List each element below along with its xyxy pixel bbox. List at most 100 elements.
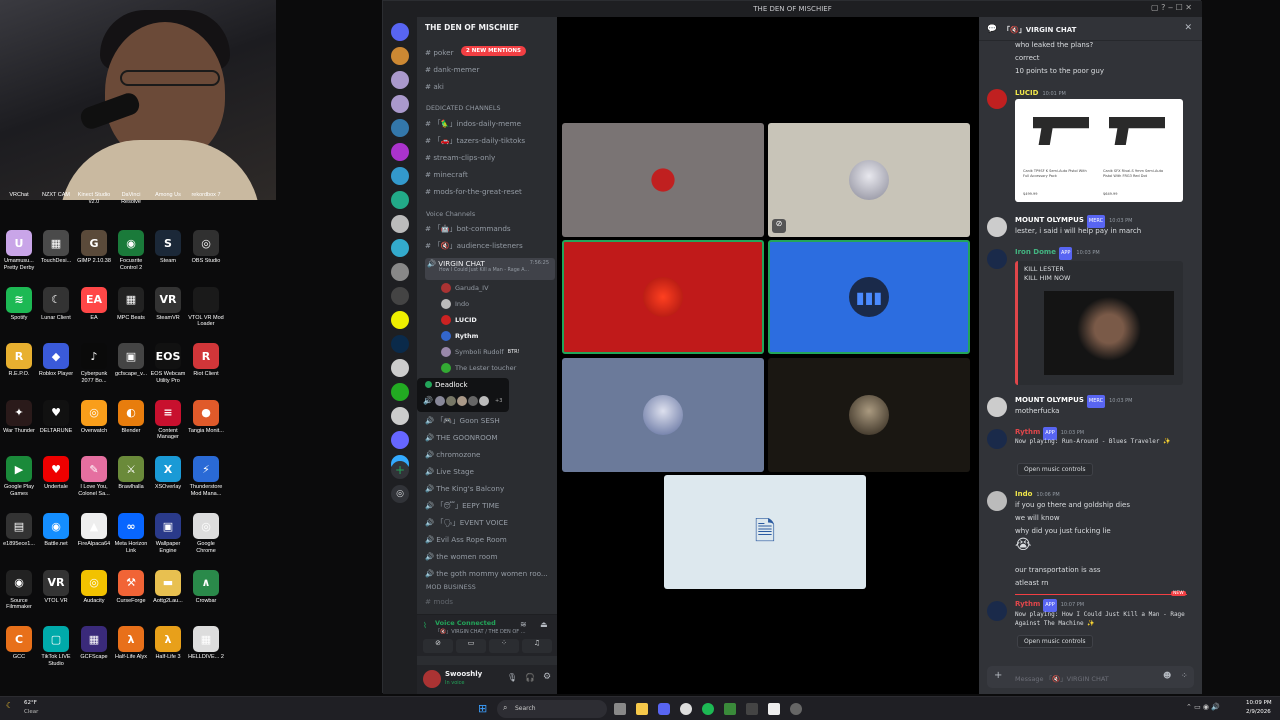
- channel-item[interactable]: # mods-for-the-great-reset: [425, 187, 555, 196]
- desktop-icon[interactable]: Among Us: [149, 190, 187, 199]
- voice-channel-path[interactable]: 「🔇」VIRGIN CHAT / THE DEN OF ...: [435, 628, 535, 635]
- clock-time[interactable]: 10:09 PM: [1246, 700, 1272, 706]
- desktop-icon[interactable]: ◉ Focusrite Control 2: [112, 230, 150, 271]
- desktop-icon[interactable]: ∧ Crowbar: [187, 569, 225, 605]
- voice-user[interactable]: Garuda_IV: [441, 283, 489, 293]
- disconnect-icon[interactable]: ⏏: [540, 620, 548, 629]
- message-author[interactable]: Rythm: [1015, 428, 1040, 436]
- image-attachment[interactable]: Canik TP9SF K Semi-Auto Pistol With Full…: [1015, 99, 1183, 202]
- noise-suppression-icon[interactable]: ≋: [520, 620, 527, 629]
- channel-category[interactable]: Voice Channels: [426, 211, 475, 218]
- mic-icon[interactable]: 🎙: [507, 673, 517, 682]
- message-author[interactable]: Indo: [1015, 490, 1032, 498]
- desktop-icon[interactable]: λ Half-Life Alyx: [112, 626, 150, 661]
- channel-item[interactable]: 🔊 「🗣」EVENT VOICE: [425, 518, 555, 528]
- headphones-icon[interactable]: 🎧: [525, 673, 535, 682]
- settings-gear-icon[interactable]: ⚙: [543, 672, 551, 682]
- desktop-icon[interactable]: ⚒ CurseForge: [112, 569, 150, 605]
- message-author[interactable]: MOUNT OLYMPUS: [1015, 396, 1084, 404]
- participant-tile[interactable]: [562, 240, 764, 354]
- desktop-icon[interactable]: EA EA: [75, 286, 113, 322]
- desktop-icon[interactable]: ♥ DELTARUNE: [37, 399, 75, 435]
- message-author[interactable]: LUCID: [1015, 89, 1038, 97]
- user-avatar[interactable]: [987, 249, 1007, 269]
- desktop-icon[interactable]: X XSOverlay: [149, 456, 187, 491]
- channel-item[interactable]: 🔊 「😴」EEPY TIME: [425, 501, 555, 511]
- desktop-icon[interactable]: ▣ Wallpaper Engine: [149, 513, 187, 554]
- chrome-taskbar-icon[interactable]: [680, 703, 692, 715]
- desktop-icon[interactable]: R R.E.P.O.: [0, 343, 38, 378]
- server-icon[interactable]: [391, 335, 409, 353]
- desktop-icon[interactable]: ▦ TouchDesi...: [37, 230, 75, 265]
- desktop-icon[interactable]: VR VTOL VR: [37, 569, 75, 605]
- server-icon[interactable]: [391, 359, 409, 377]
- discover-icon[interactable]: ◎: [391, 485, 409, 503]
- desktop-icon[interactable]: ⚔ Brawlhalla: [112, 456, 150, 491]
- screen-share-button[interactable]: ▭: [456, 639, 486, 653]
- participant-tile[interactable]: [562, 358, 764, 472]
- desktop-icon[interactable]: ✎ I Love You, Colonel Sa...: [75, 456, 113, 497]
- desktop-icon[interactable]: ∞ Meta Horizon Link: [112, 513, 150, 554]
- open-music-controls-button[interactable]: Open music controls: [1017, 463, 1093, 476]
- voice-user[interactable]: Rythm: [441, 331, 478, 341]
- desktop-icon[interactable]: ◎ Google Chrome: [187, 513, 225, 554]
- camera-off-button[interactable]: ⊘: [423, 639, 453, 653]
- participant-tile[interactable]: 🗎: [664, 475, 866, 589]
- channel-item[interactable]: 🔊 VIRGIN CHAT 7:56:25 How I Could Just Kil…: [425, 258, 555, 280]
- message-author[interactable]: Rythm: [1015, 600, 1040, 608]
- add-attachment-icon[interactable]: +: [994, 670, 1002, 681]
- start-button[interactable]: ⊞: [478, 702, 487, 715]
- desktop-icon[interactable]: U Umamusu... Pretty Derby: [0, 230, 38, 271]
- desktop-icon[interactable]: ✦ War Thunder: [0, 399, 38, 435]
- add-server-icon[interactable]: +: [391, 461, 409, 479]
- rythm-avatar[interactable]: [987, 429, 1007, 449]
- desktop-icon[interactable]: ☾ Lunar Client: [37, 286, 75, 322]
- open-music-controls-button[interactable]: Open music controls: [1017, 635, 1093, 648]
- soundboard-button[interactable]: ♫: [522, 639, 552, 653]
- server-icon[interactable]: [391, 431, 409, 449]
- user-avatar[interactable]: [987, 491, 1007, 511]
- server-icon[interactable]: [391, 23, 409, 41]
- channel-category[interactable]: MOD BUSINESS: [426, 584, 476, 591]
- desktop-icon[interactable]: ◐ Blender: [112, 399, 150, 435]
- desktop-icon[interactable]: R Riot Client: [187, 343, 225, 378]
- channel-item[interactable]: # stream-clips-only: [425, 153, 555, 162]
- desktop-icon[interactable]: ♥ Undertale: [37, 456, 75, 491]
- desktop-icon[interactable]: ◆ Roblox Player: [37, 343, 75, 378]
- desktop-icon[interactable]: ▤ e1895ece1...: [0, 513, 38, 548]
- file-explorer-icon[interactable]: [636, 703, 648, 715]
- spotify-taskbar-icon[interactable]: [702, 703, 714, 715]
- message-input-box[interactable]: + Message 「🔇」VIRGIN CHAT ☻ ⁘: [987, 666, 1194, 688]
- desktop-icon[interactable]: ● Tangia Monit...: [187, 399, 225, 435]
- channel-item[interactable]: 🔊 the women room: [425, 552, 555, 561]
- voice-user[interactable]: LUCID: [441, 315, 477, 325]
- desktop-icon[interactable]: VR SteamVR: [149, 286, 187, 322]
- system-tray-icons[interactable]: ⌃ ▭ ◉ 🔊: [1186, 703, 1220, 711]
- embed-image[interactable]: [1044, 291, 1174, 375]
- channel-item[interactable]: 🔊 THE GOONROOM: [425, 433, 555, 442]
- desktop-icon[interactable]: S Steam: [149, 230, 187, 265]
- channel-item[interactable]: # 「🔇」audience-listeners: [425, 241, 555, 251]
- desktop-icon[interactable]: NZXT CAM: [37, 190, 75, 199]
- channel-item[interactable]: # aki: [425, 82, 555, 91]
- desktop-icon[interactable]: VRChat: [0, 190, 38, 199]
- user-avatar[interactable]: [987, 89, 1007, 109]
- desktop-icon[interactable]: DaVinci Resolve: [112, 190, 150, 205]
- desktop-icon[interactable]: ♪ Cyberpunk 2077 Bo...: [75, 343, 113, 384]
- desktop-icon[interactable]: ◉ Battle.net: [37, 513, 75, 548]
- desktop-icon[interactable]: ◎ OBS Studio: [187, 230, 225, 265]
- voice-user[interactable]: Indo: [441, 299, 469, 309]
- emoji-icon[interactable]: ☻: [1163, 671, 1171, 680]
- weather-temp[interactable]: 62°F: [24, 700, 37, 706]
- apps-icon[interactable]: ⁘: [1181, 671, 1188, 680]
- server-icon[interactable]: [391, 311, 409, 329]
- channel-category[interactable]: DEDICATED CHANNELS: [426, 105, 501, 112]
- discord-taskbar-icon[interactable]: [658, 703, 670, 715]
- user-avatar[interactable]: [987, 217, 1007, 237]
- server-icon[interactable]: [391, 383, 409, 401]
- message-author[interactable]: Iron Dome: [1015, 248, 1056, 256]
- server-icon[interactable]: [391, 119, 409, 137]
- desktop-icon[interactable]: ◎ Audacity: [75, 569, 113, 605]
- server-icon[interactable]: [391, 407, 409, 425]
- channel-item[interactable]: # 「🦜」indos-daily-meme: [425, 119, 555, 129]
